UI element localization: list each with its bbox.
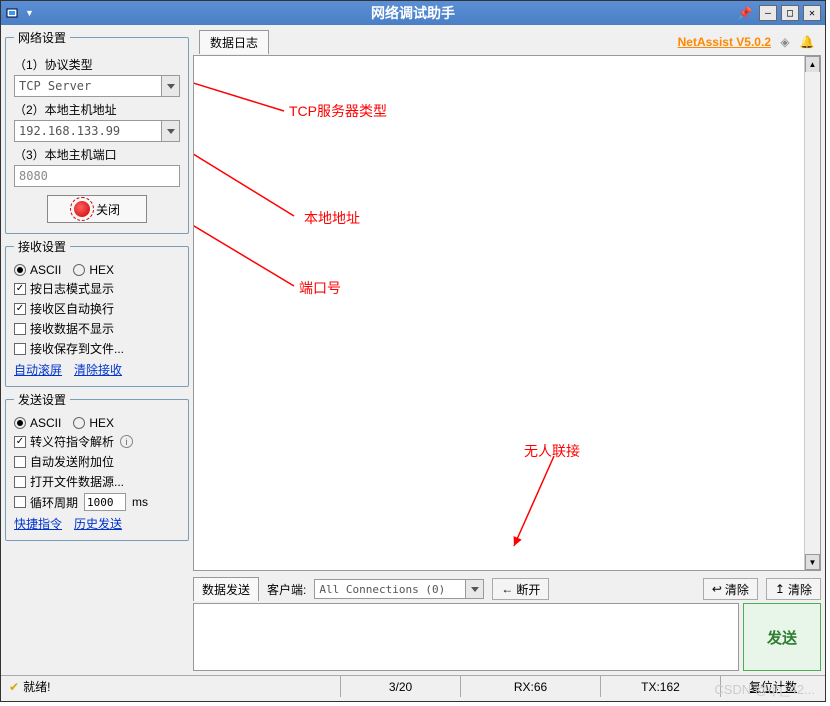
open-file-checkbox[interactable]: 打开文件数据源... — [14, 473, 180, 490]
red-dot-icon — [74, 201, 90, 217]
protocol-label: （1）协议类型 — [14, 56, 180, 73]
scroll-up-button[interactable]: ▲ — [805, 56, 820, 72]
chevron-down-icon[interactable]: ▼ — [25, 8, 34, 18]
log-textarea[interactable]: ▲ ▼ TCP服务器类型 本地地址 端口号 无人联接 — [193, 55, 821, 571]
maximize-button[interactable]: □ — [781, 5, 799, 21]
send-settings-legend: 发送设置 — [14, 391, 70, 408]
data-log-tab[interactable]: 数据日志 — [199, 30, 269, 54]
escape-checkbox[interactable]: 转义符指令解析i — [14, 433, 180, 450]
history-send-link[interactable]: 历史发送 — [74, 515, 122, 532]
protocol-select[interactable]: TCP Server — [14, 75, 180, 97]
close-window-button[interactable]: ✕ — [803, 5, 821, 21]
clear-t-button[interactable]: ↥清除 — [766, 578, 821, 600]
send-ascii-radio[interactable]: ASCII — [14, 416, 61, 430]
window-title: 网络调试助手 — [371, 3, 455, 23]
clear-recv-link[interactable]: 清除接收 — [74, 361, 122, 378]
chevron-down-icon[interactable] — [161, 76, 179, 96]
ready-icon: ✔ — [9, 680, 19, 694]
pin-icon[interactable]: 📌 — [735, 5, 755, 21]
loop-period-input[interactable] — [84, 493, 126, 511]
data-send-tab[interactable]: 数据发送 — [193, 577, 259, 601]
app-window: ▼ 网络调试助手 📌 — □ ✕ 网络设置 （1）协议类型 TCP Server… — [0, 0, 826, 702]
auto-wrap-checkbox[interactable]: 接收区自动换行 — [14, 300, 180, 317]
arrow-left-icon — [501, 582, 513, 596]
reset-count-link[interactable]: 复位计数 — [721, 676, 825, 697]
auto-append-checkbox[interactable]: 自动发送附加位 — [14, 453, 180, 470]
recv-settings-group: 接收设置 ASCII HEX 按日志模式显示 接收区自动换行 接收数据不显示 接… — [5, 238, 189, 387]
quick-cmd-link[interactable]: 快捷指令 — [14, 515, 62, 532]
client-select[interactable]: All Connections (0) — [314, 579, 484, 599]
info-icon[interactable]: i — [120, 435, 133, 448]
scrollbar[interactable]: ▲ ▼ — [804, 56, 820, 570]
annotation-port: 端口号 — [299, 278, 341, 298]
recv-hex-radio[interactable]: HEX — [73, 263, 114, 277]
host-select[interactable]: 192.168.133.99 — [14, 120, 180, 142]
auto-scroll-link[interactable]: 自动滚屏 — [14, 361, 62, 378]
chevron-down-icon[interactable] — [161, 121, 179, 141]
loop-checkbox[interactable]: 循环周期 ms — [14, 493, 180, 511]
return-icon: ↩ — [712, 582, 722, 596]
recv-settings-legend: 接收设置 — [14, 238, 70, 255]
bell-icon[interactable]: 🔔 — [799, 34, 815, 50]
scroll-down-button[interactable]: ▼ — [805, 554, 820, 570]
annotation-local-addr: 本地地址 — [304, 208, 360, 228]
status-ready-text: 就绪! — [23, 678, 50, 695]
annotation-no-conn: 无人联接 — [524, 441, 580, 461]
network-settings-legend: 网络设置 — [14, 29, 70, 46]
app-icon — [5, 5, 21, 21]
send-textarea[interactable] — [193, 603, 739, 671]
hide-recv-checkbox[interactable]: 接收数据不显示 — [14, 320, 180, 337]
send-settings-group: 发送设置 ASCII HEX 转义符指令解析i 自动发送附加位 打开文件数据源.… — [5, 391, 189, 541]
version-link[interactable]: NetAssist V5.0.2 — [678, 35, 771, 49]
disconnect-button[interactable]: 断开 — [492, 578, 549, 600]
status-tx: TX:162 — [601, 676, 721, 697]
host-label: （2）本地主机地址 — [14, 101, 180, 118]
network-settings-group: 网络设置 （1）协议类型 TCP Server （2）本地主机地址 192.16… — [5, 29, 189, 234]
send-button[interactable]: 发送 — [743, 603, 821, 671]
close-connection-button[interactable]: 关闭 — [47, 195, 147, 223]
status-pages: 3/20 — [341, 676, 461, 697]
log-mode-checkbox[interactable]: 按日志模式显示 — [14, 280, 180, 297]
diamond-icon[interactable]: ◈ — [777, 34, 793, 50]
up-icon: ↥ — [775, 582, 785, 596]
annotation-tcp-type: TCP服务器类型 — [289, 101, 387, 121]
client-label: 客户端: — [267, 581, 306, 598]
save-file-checkbox[interactable]: 接收保存到文件... — [14, 340, 180, 357]
titlebar: ▼ 网络调试助手 📌 — □ ✕ — [1, 1, 825, 25]
send-hex-radio[interactable]: HEX — [73, 416, 114, 430]
statusbar: ✔ 就绪! 3/20 RX:66 TX:162 复位计数 — [1, 675, 825, 697]
clear-l-button[interactable]: ↩清除 — [703, 578, 758, 600]
status-rx: RX:66 — [461, 676, 601, 697]
port-input[interactable] — [14, 165, 180, 187]
port-label: （3）本地主机端口 — [14, 146, 180, 163]
recv-ascii-radio[interactable]: ASCII — [14, 263, 61, 277]
chevron-down-icon[interactable] — [465, 580, 483, 598]
minimize-button[interactable]: — — [759, 5, 777, 21]
